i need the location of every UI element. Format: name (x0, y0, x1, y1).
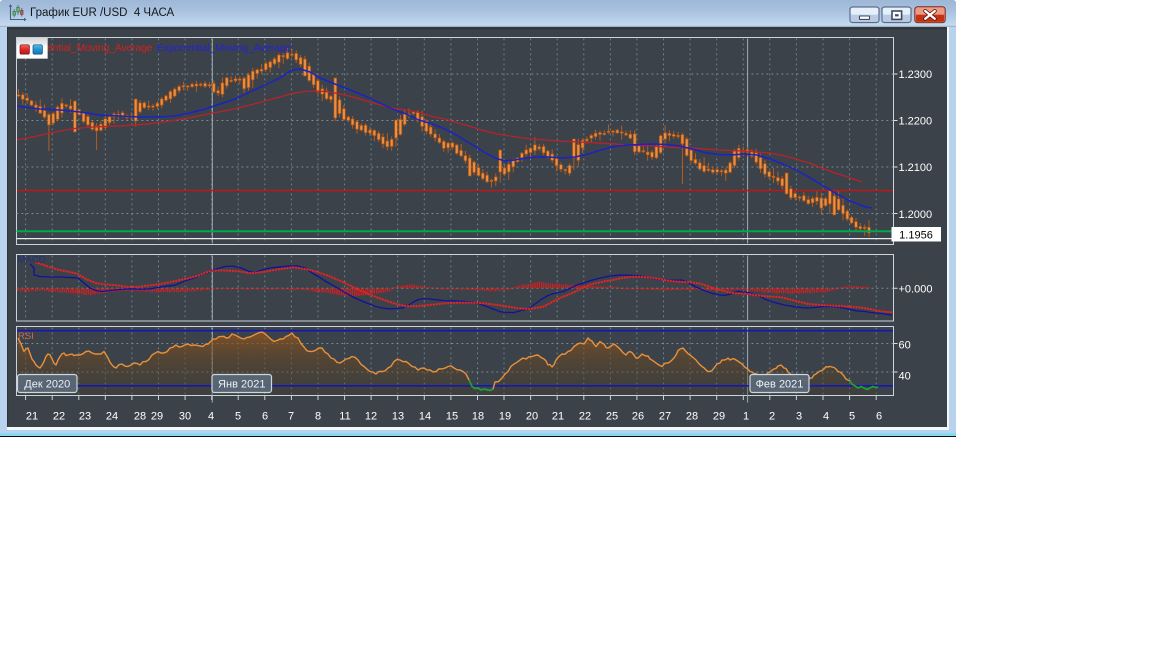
svg-text:13: 13 (392, 411, 404, 423)
svg-text:29: 29 (151, 411, 163, 423)
svg-text:22: 22 (579, 411, 591, 423)
svg-text:Фев 2021: Фев 2021 (756, 379, 804, 391)
svg-text:5: 5 (849, 411, 855, 423)
svg-text:MACD: MACD (18, 255, 46, 266)
svg-text:6: 6 (262, 411, 268, 423)
svg-text:30: 30 (179, 411, 191, 423)
svg-text:23: 23 (79, 411, 91, 423)
svg-text:24: 24 (106, 411, 118, 423)
svg-text:28: 28 (686, 411, 698, 423)
svg-text:Янв 2021: Янв 2021 (218, 379, 265, 391)
svg-text:5: 5 (235, 411, 241, 423)
svg-text:12: 12 (365, 411, 377, 423)
svg-text:14: 14 (419, 411, 431, 423)
svg-text:25: 25 (606, 411, 618, 423)
svg-text:6: 6 (876, 411, 882, 423)
svg-text:+0.000: +0.000 (899, 284, 933, 296)
svg-text:40: 40 (899, 371, 911, 383)
svg-text:ential_Moving_Average: ential_Moving_Average (47, 42, 153, 54)
svg-text:60: 60 (899, 340, 911, 352)
svg-text:RSI: RSI (18, 331, 34, 342)
svg-text:29: 29 (713, 411, 725, 423)
svg-text:1: 1 (743, 411, 749, 423)
svg-text:Дек 2020: Дек 2020 (24, 379, 70, 391)
svg-text:1.2200: 1.2200 (899, 116, 933, 128)
svg-text:22: 22 (53, 411, 65, 423)
svg-text:18: 18 (472, 411, 484, 423)
svg-text:15: 15 (446, 411, 458, 423)
svg-text:27: 27 (659, 411, 671, 423)
svg-text:4: 4 (208, 411, 214, 423)
svg-text:1.2000: 1.2000 (899, 209, 933, 221)
svg-text:Exponential_Moving_Average: Exponential_Moving_Average (157, 42, 291, 54)
svg-text:1.2100: 1.2100 (899, 162, 933, 174)
svg-text:19: 19 (499, 411, 511, 423)
svg-text:11: 11 (339, 411, 350, 423)
svg-text:4: 4 (823, 411, 829, 423)
svg-text:28: 28 (134, 411, 146, 423)
svg-text:1.2300: 1.2300 (899, 69, 933, 81)
svg-text:26: 26 (632, 411, 644, 423)
svg-text:8: 8 (315, 411, 321, 423)
svg-text:21: 21 (552, 411, 564, 423)
svg-text:7: 7 (288, 411, 294, 423)
svg-text:21: 21 (26, 411, 38, 423)
svg-text:2: 2 (769, 411, 775, 423)
svg-text:3: 3 (796, 411, 802, 423)
svg-text:1.1956: 1.1956 (899, 230, 933, 242)
svg-text:20: 20 (526, 411, 538, 423)
